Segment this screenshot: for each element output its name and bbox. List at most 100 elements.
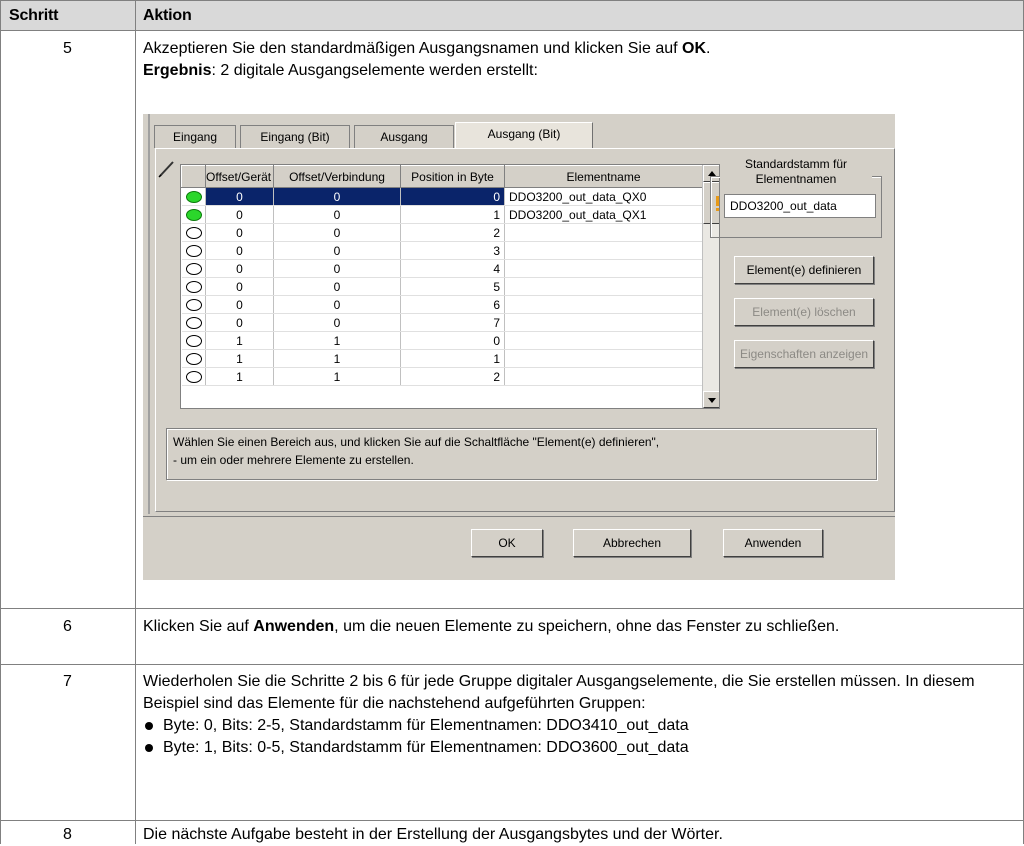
offset-device-cell[interactable]: 0 bbox=[205, 187, 274, 206]
position-cell[interactable]: 2 bbox=[400, 367, 505, 386]
bullet-icon bbox=[145, 744, 153, 752]
table-row[interactable]: 003 bbox=[181, 241, 703, 260]
position-cell[interactable]: 2 bbox=[400, 223, 505, 242]
led-cell[interactable] bbox=[181, 223, 206, 242]
offset-conn-cell[interactable]: 1 bbox=[273, 331, 401, 350]
element-name-cell[interactable] bbox=[504, 331, 703, 350]
table-row[interactable]: 002 bbox=[181, 223, 703, 242]
step-table: Schritt Aktion 5 Akzeptieren Sie den sta… bbox=[0, 0, 1024, 844]
offset-device-cell[interactable]: 0 bbox=[205, 295, 274, 314]
step-5-text: Akzeptieren Sie den standardmäßigen Ausg… bbox=[143, 40, 711, 79]
tab-input-bit[interactable]: Eingang (Bit) bbox=[240, 125, 350, 148]
group-list: Byte: 0, Bits: 2-5, Standardstamm für El… bbox=[143, 715, 1003, 759]
led-cell[interactable] bbox=[181, 349, 206, 368]
name-root-input[interactable] bbox=[724, 194, 876, 218]
element-name-cell[interactable] bbox=[504, 349, 703, 368]
position-cell[interactable]: 4 bbox=[400, 259, 505, 278]
table-row[interactable]: 112 bbox=[181, 367, 703, 386]
col-header-offset-device[interactable]: Offset/Gerät bbox=[205, 165, 274, 188]
tab-input[interactable]: Eingang bbox=[154, 125, 236, 148]
offset-conn-cell[interactable]: 0 bbox=[273, 223, 401, 242]
table-row[interactable]: 0 0 0 DDO3200_out_data_QX0 bbox=[181, 187, 703, 206]
table-row[interactable]: 005 bbox=[181, 277, 703, 296]
element-name-cell[interactable] bbox=[504, 277, 703, 296]
table-row[interactable]: 006 bbox=[181, 295, 703, 314]
offset-conn-cell[interactable]: 0 bbox=[273, 295, 401, 314]
led-cell[interactable] bbox=[181, 331, 206, 350]
step-number: 7 bbox=[63, 673, 72, 690]
list-item: Byte: 0, Bits: 2-5, Standardstamm für El… bbox=[143, 715, 1003, 737]
delete-elements-button[interactable]: Element(e) löschen bbox=[734, 298, 874, 326]
hint-line-2: - um ein oder mehrere Elemente zu erstel… bbox=[173, 453, 414, 467]
offset-device-cell[interactable]: 1 bbox=[205, 367, 274, 386]
position-cell[interactable]: 1 bbox=[400, 349, 505, 368]
element-name-cell[interactable] bbox=[504, 259, 703, 278]
offset-device-cell[interactable]: 0 bbox=[205, 223, 274, 242]
element-name-cell[interactable] bbox=[504, 295, 703, 314]
offset-device-cell[interactable]: 0 bbox=[205, 205, 274, 224]
led-cell[interactable] bbox=[181, 313, 206, 332]
offset-conn-cell[interactable]: 0 bbox=[273, 205, 401, 224]
status-led-off-icon bbox=[185, 317, 202, 329]
table-row[interactable]: 004 bbox=[181, 259, 703, 278]
position-cell[interactable]: 0 bbox=[400, 187, 505, 206]
position-cell[interactable]: 3 bbox=[400, 241, 505, 260]
offset-conn-cell[interactable]: 0 bbox=[273, 187, 401, 206]
ok-button[interactable]: OK bbox=[471, 529, 543, 557]
list-item: Byte: 1, Bits: 0-5, Standardstamm für El… bbox=[143, 737, 1003, 759]
step-number: 5 bbox=[63, 40, 72, 57]
dialog-footer: OK Abbrechen Anwenden bbox=[143, 516, 895, 580]
led-cell[interactable] bbox=[181, 187, 206, 206]
offset-conn-cell[interactable]: 0 bbox=[273, 241, 401, 260]
table-row[interactable]: 0 0 1 DDO3200_out_data_QX1 bbox=[181, 205, 703, 224]
scroll-down-button[interactable] bbox=[703, 391, 719, 408]
col-header-element-name[interactable]: Elementname bbox=[504, 165, 703, 188]
element-name-cell[interactable] bbox=[504, 367, 703, 386]
offset-device-cell[interactable]: 0 bbox=[205, 313, 274, 332]
position-cell[interactable]: 7 bbox=[400, 313, 505, 332]
element-name-cell[interactable]: DDO3200_out_data_QX0 bbox=[504, 187, 703, 206]
col-header-offset-conn[interactable]: Offset/Verbindung bbox=[273, 165, 401, 188]
table-row[interactable]: 110 bbox=[181, 331, 703, 350]
step-6-text: Klicken Sie auf Anwenden, um die neuen E… bbox=[143, 618, 840, 635]
show-properties-button[interactable]: Eigenschaften anzeigen bbox=[734, 340, 874, 368]
element-name-cell[interactable] bbox=[504, 313, 703, 332]
element-name-cell[interactable] bbox=[504, 223, 703, 242]
led-cell[interactable] bbox=[181, 295, 206, 314]
led-cell[interactable] bbox=[181, 241, 206, 260]
position-cell[interactable]: 1 bbox=[400, 205, 505, 224]
offset-conn-cell[interactable]: 0 bbox=[273, 277, 401, 296]
table-row[interactable]: 007 bbox=[181, 313, 703, 332]
step-number: 8 bbox=[63, 826, 72, 843]
position-cell[interactable]: 5 bbox=[400, 277, 505, 296]
offset-conn-cell[interactable]: 0 bbox=[273, 313, 401, 332]
offset-device-cell[interactable]: 1 bbox=[205, 331, 274, 350]
status-led-off-icon bbox=[185, 227, 202, 239]
offset-device-cell[interactable]: 1 bbox=[205, 349, 274, 368]
offset-device-cell[interactable]: 0 bbox=[205, 241, 274, 260]
define-elements-button[interactable]: Element(e) definieren bbox=[734, 256, 874, 284]
offset-device-cell[interactable]: 0 bbox=[205, 277, 274, 296]
element-grid[interactable]: Offset/Gerät Offset/Verbindung Position … bbox=[180, 164, 720, 409]
position-cell[interactable]: 0 bbox=[400, 331, 505, 350]
cancel-button[interactable]: Abbrechen bbox=[573, 529, 691, 557]
status-led-on-icon bbox=[185, 209, 202, 221]
col-header-position[interactable]: Position in Byte bbox=[400, 165, 505, 188]
table-row[interactable]: 111 bbox=[181, 349, 703, 368]
position-cell[interactable]: 6 bbox=[400, 295, 505, 314]
tab-output-bit[interactable]: Ausgang (Bit) bbox=[455, 122, 593, 149]
element-name-cell[interactable] bbox=[504, 241, 703, 260]
offset-conn-cell[interactable]: 1 bbox=[273, 349, 401, 368]
status-led-off-icon bbox=[185, 353, 202, 365]
led-cell[interactable] bbox=[181, 259, 206, 278]
element-name-cell[interactable]: DDO3200_out_data_QX1 bbox=[504, 205, 703, 224]
apply-button[interactable]: Anwenden bbox=[723, 529, 823, 557]
offset-conn-cell[interactable]: 0 bbox=[273, 259, 401, 278]
led-cell[interactable] bbox=[181, 277, 206, 296]
offset-device-cell[interactable]: 0 bbox=[205, 259, 274, 278]
tab-output[interactable]: Ausgang bbox=[354, 125, 454, 148]
status-led-off-icon bbox=[185, 281, 202, 293]
led-cell[interactable] bbox=[181, 205, 206, 224]
led-cell[interactable] bbox=[181, 367, 206, 386]
offset-conn-cell[interactable]: 1 bbox=[273, 367, 401, 386]
